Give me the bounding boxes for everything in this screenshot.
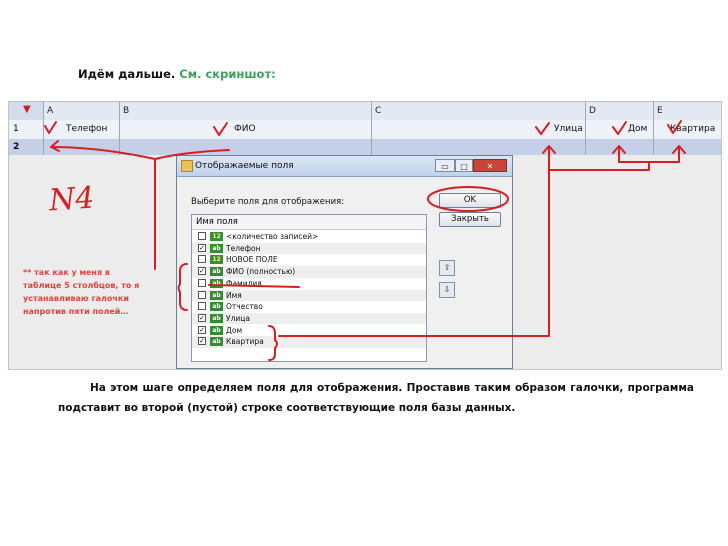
intro-line: Идём дальше. См. скриншот: (78, 67, 276, 81)
intro-link[interactable]: См. скриншот: (179, 67, 275, 81)
check-mark (612, 121, 627, 135)
underline (208, 284, 300, 288)
check-mark (44, 121, 57, 134)
arrow-path (50, 140, 156, 270)
arrow-path (278, 147, 550, 337)
bottom-paragraph: На этом шаге определяем поля для отображ… (58, 382, 694, 414)
brace (177, 263, 188, 311)
arrow-path (618, 146, 680, 163)
check-mark (213, 122, 228, 136)
check-mark (535, 122, 550, 135)
brace (268, 325, 278, 361)
red-annotations (44, 120, 686, 361)
check-mark (667, 120, 682, 134)
screenshot-frame: ▼ A B C D E 1 Телефон ФИО Улица Дом Квар… (8, 101, 722, 370)
ok-circle (427, 186, 509, 212)
intro-text: Идём дальше. (78, 67, 176, 81)
